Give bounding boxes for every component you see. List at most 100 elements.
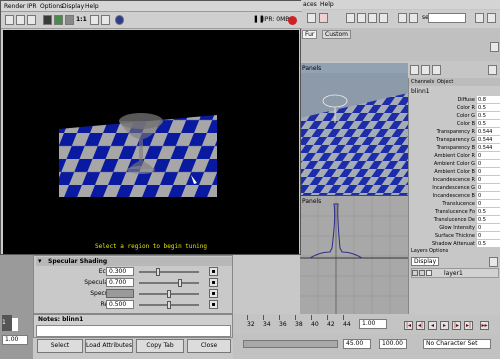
go-to-end-icon[interactable]: ▸| (464, 321, 473, 330)
load-attributes-button[interactable]: Load Attributes (85, 339, 133, 353)
stop-render-icon[interactable] (288, 16, 297, 25)
channel-row[interactable]: Color R 0.5 (409, 104, 500, 112)
close-button[interactable]: Close (187, 339, 231, 353)
section-header[interactable]: ▾ Specular Shading (36, 257, 232, 266)
channel-value[interactable]: 0 (477, 192, 500, 199)
map-texture-icon[interactable]: ▪ (209, 289, 218, 298)
attribute-value-input[interactable]: 0.700 (106, 278, 134, 287)
channel-value[interactable]: 0 (477, 184, 500, 191)
quick-select-input[interactable] (428, 13, 466, 23)
channel-value[interactable]: 0.5 (477, 104, 500, 111)
channel-box-icon[interactable] (410, 65, 419, 75)
channel-value[interactable]: 0.5 (477, 208, 500, 215)
map-texture-icon[interactable]: ▪ (209, 267, 218, 276)
refresh-icon[interactable] (27, 15, 36, 25)
start-time-input[interactable]: 1.00 (2, 335, 28, 345)
new-layer-icon[interactable] (489, 257, 498, 267)
menu-ipr[interactable]: IPR (27, 3, 37, 10)
attribute-value-input[interactable]: 0.300 (106, 267, 134, 276)
channel-box-icon[interactable] (487, 13, 496, 23)
slider-knob[interactable] (155, 268, 160, 276)
keep-image-icon[interactable] (90, 15, 99, 25)
viewport-panels-menu[interactable]: Panels (302, 65, 321, 72)
snapshot-icon[interactable] (54, 15, 63, 25)
magnet-icon[interactable] (319, 13, 328, 23)
step-back-icon[interactable]: ◂| (416, 321, 425, 330)
snap-icon[interactable] (346, 13, 355, 23)
channel-row[interactable]: Incandescence G0 (409, 184, 500, 192)
menu-help[interactable]: Help (85, 3, 99, 10)
channel-row[interactable]: Translucence 0 (409, 200, 500, 208)
select-tool-icon[interactable] (307, 13, 316, 23)
channel-row[interactable]: Ambient Color B0 (409, 168, 500, 176)
render-globals-icon[interactable] (115, 15, 124, 25)
channel-row[interactable]: Diffuse 0.8 (409, 96, 500, 104)
layer-row[interactable]: layer1 (411, 268, 499, 278)
channel-value[interactable]: 0 (477, 200, 500, 207)
menu-item[interactable]: aces (303, 1, 317, 8)
remove-image-icon[interactable] (101, 15, 110, 25)
copy-tab-button[interactable]: Copy Tab (136, 339, 184, 353)
menu-display[interactable]: Display (62, 3, 84, 10)
channel-row[interactable]: Color B 0.5 (409, 120, 500, 128)
shelf-menu-icon[interactable] (490, 42, 499, 52)
map-texture-icon[interactable]: ▪ (209, 300, 218, 309)
animation-end-input[interactable]: 100.00 (379, 339, 407, 349)
render-icon[interactable] (398, 13, 407, 23)
attribute-editor-icon[interactable] (475, 13, 484, 23)
range-slider[interactable] (243, 340, 338, 348)
channel-row[interactable]: Glow Intensity 0 (409, 224, 500, 232)
slider-knob[interactable] (167, 301, 171, 309)
current-frame-input[interactable]: 1.00 (359, 319, 387, 329)
ipr-icon[interactable] (409, 13, 418, 23)
channel-row[interactable]: Translucence Fo 0.5 (409, 208, 500, 216)
shelf-tab-fur[interactable]: Fur (302, 30, 318, 39)
character-set-select[interactable]: No Character Set (423, 339, 491, 349)
channel-value[interactable]: 0 (477, 176, 500, 183)
channel-row[interactable]: Transparency R 0.544 (409, 128, 500, 136)
channel-row[interactable]: Incandescence R0 (409, 176, 500, 184)
channel-value[interactable]: 0.544 (477, 128, 500, 135)
channel-row[interactable]: Ambient Color R0 (409, 152, 500, 160)
channel-value[interactable]: 0.5 (477, 240, 500, 247)
channel-value[interactable]: 0 (477, 152, 500, 159)
ipr-render-icon[interactable] (16, 15, 25, 25)
channels-menu[interactable]: Channels (411, 79, 434, 85)
channel-row[interactable]: Transparency B 0.544 (409, 144, 500, 152)
collapse-arrow-icon[interactable]: ▾ (38, 257, 42, 265)
select-button[interactable]: Select (37, 339, 83, 353)
viewport-perspective[interactable]: Panels (300, 63, 408, 195)
channel-row[interactable]: Ambient Color G0 (409, 160, 500, 168)
specular-color-swatch[interactable] (106, 289, 134, 298)
channel-value[interactable]: 0.5 (477, 216, 500, 223)
snap-icon[interactable] (379, 13, 388, 23)
channel-value[interactable]: 0.5 (477, 112, 500, 119)
menu-render[interactable]: Render (4, 3, 25, 10)
step-forward-icon[interactable]: |▸ (452, 321, 461, 330)
attribute-slider[interactable] (139, 268, 199, 276)
viewport-side[interactable]: Panels (300, 196, 408, 314)
channel-value[interactable]: 0.8 (477, 96, 500, 103)
snap-icon[interactable] (368, 13, 377, 23)
channel-value[interactable]: 0.5 (477, 120, 500, 127)
next-key-icon[interactable]: ▸▸ (480, 321, 489, 330)
region-icon[interactable] (43, 15, 52, 25)
attribute-slider[interactable] (139, 301, 199, 309)
time-slider[interactable]: 32 34 36 38 40 42 44 1.00 |◂ ◂| ◂ ▸ |▸ ▸| ▸▸ (233, 314, 500, 334)
shelf-tab-custom[interactable]: Custom (322, 30, 351, 39)
channel-value[interactable]: 0.544 (477, 144, 500, 151)
channel-row[interactable]: Shadow Attenuat 0.5 (409, 240, 500, 248)
tool-settings-icon[interactable] (488, 65, 497, 75)
channel-row[interactable]: Surface Thickne 0 (409, 232, 500, 240)
layer-type-toggle[interactable] (419, 270, 425, 276)
redo-render-icon[interactable] (5, 15, 14, 25)
layer-color-swatch[interactable] (426, 270, 432, 276)
channel-value[interactable]: 0 (477, 224, 500, 231)
play-forward-icon[interactable]: ▸ (440, 321, 449, 330)
map-texture-icon[interactable]: ▪ (209, 278, 218, 287)
channel-row[interactable]: Incandescence B0 (409, 192, 500, 200)
channel-value[interactable]: 0 (477, 168, 500, 175)
attribute-value-input[interactable]: 0.500 (106, 300, 134, 309)
play-backwards-icon[interactable]: ◂ (428, 321, 437, 330)
render-view-canvas[interactable]: Select a region to begin tuning (3, 30, 299, 254)
